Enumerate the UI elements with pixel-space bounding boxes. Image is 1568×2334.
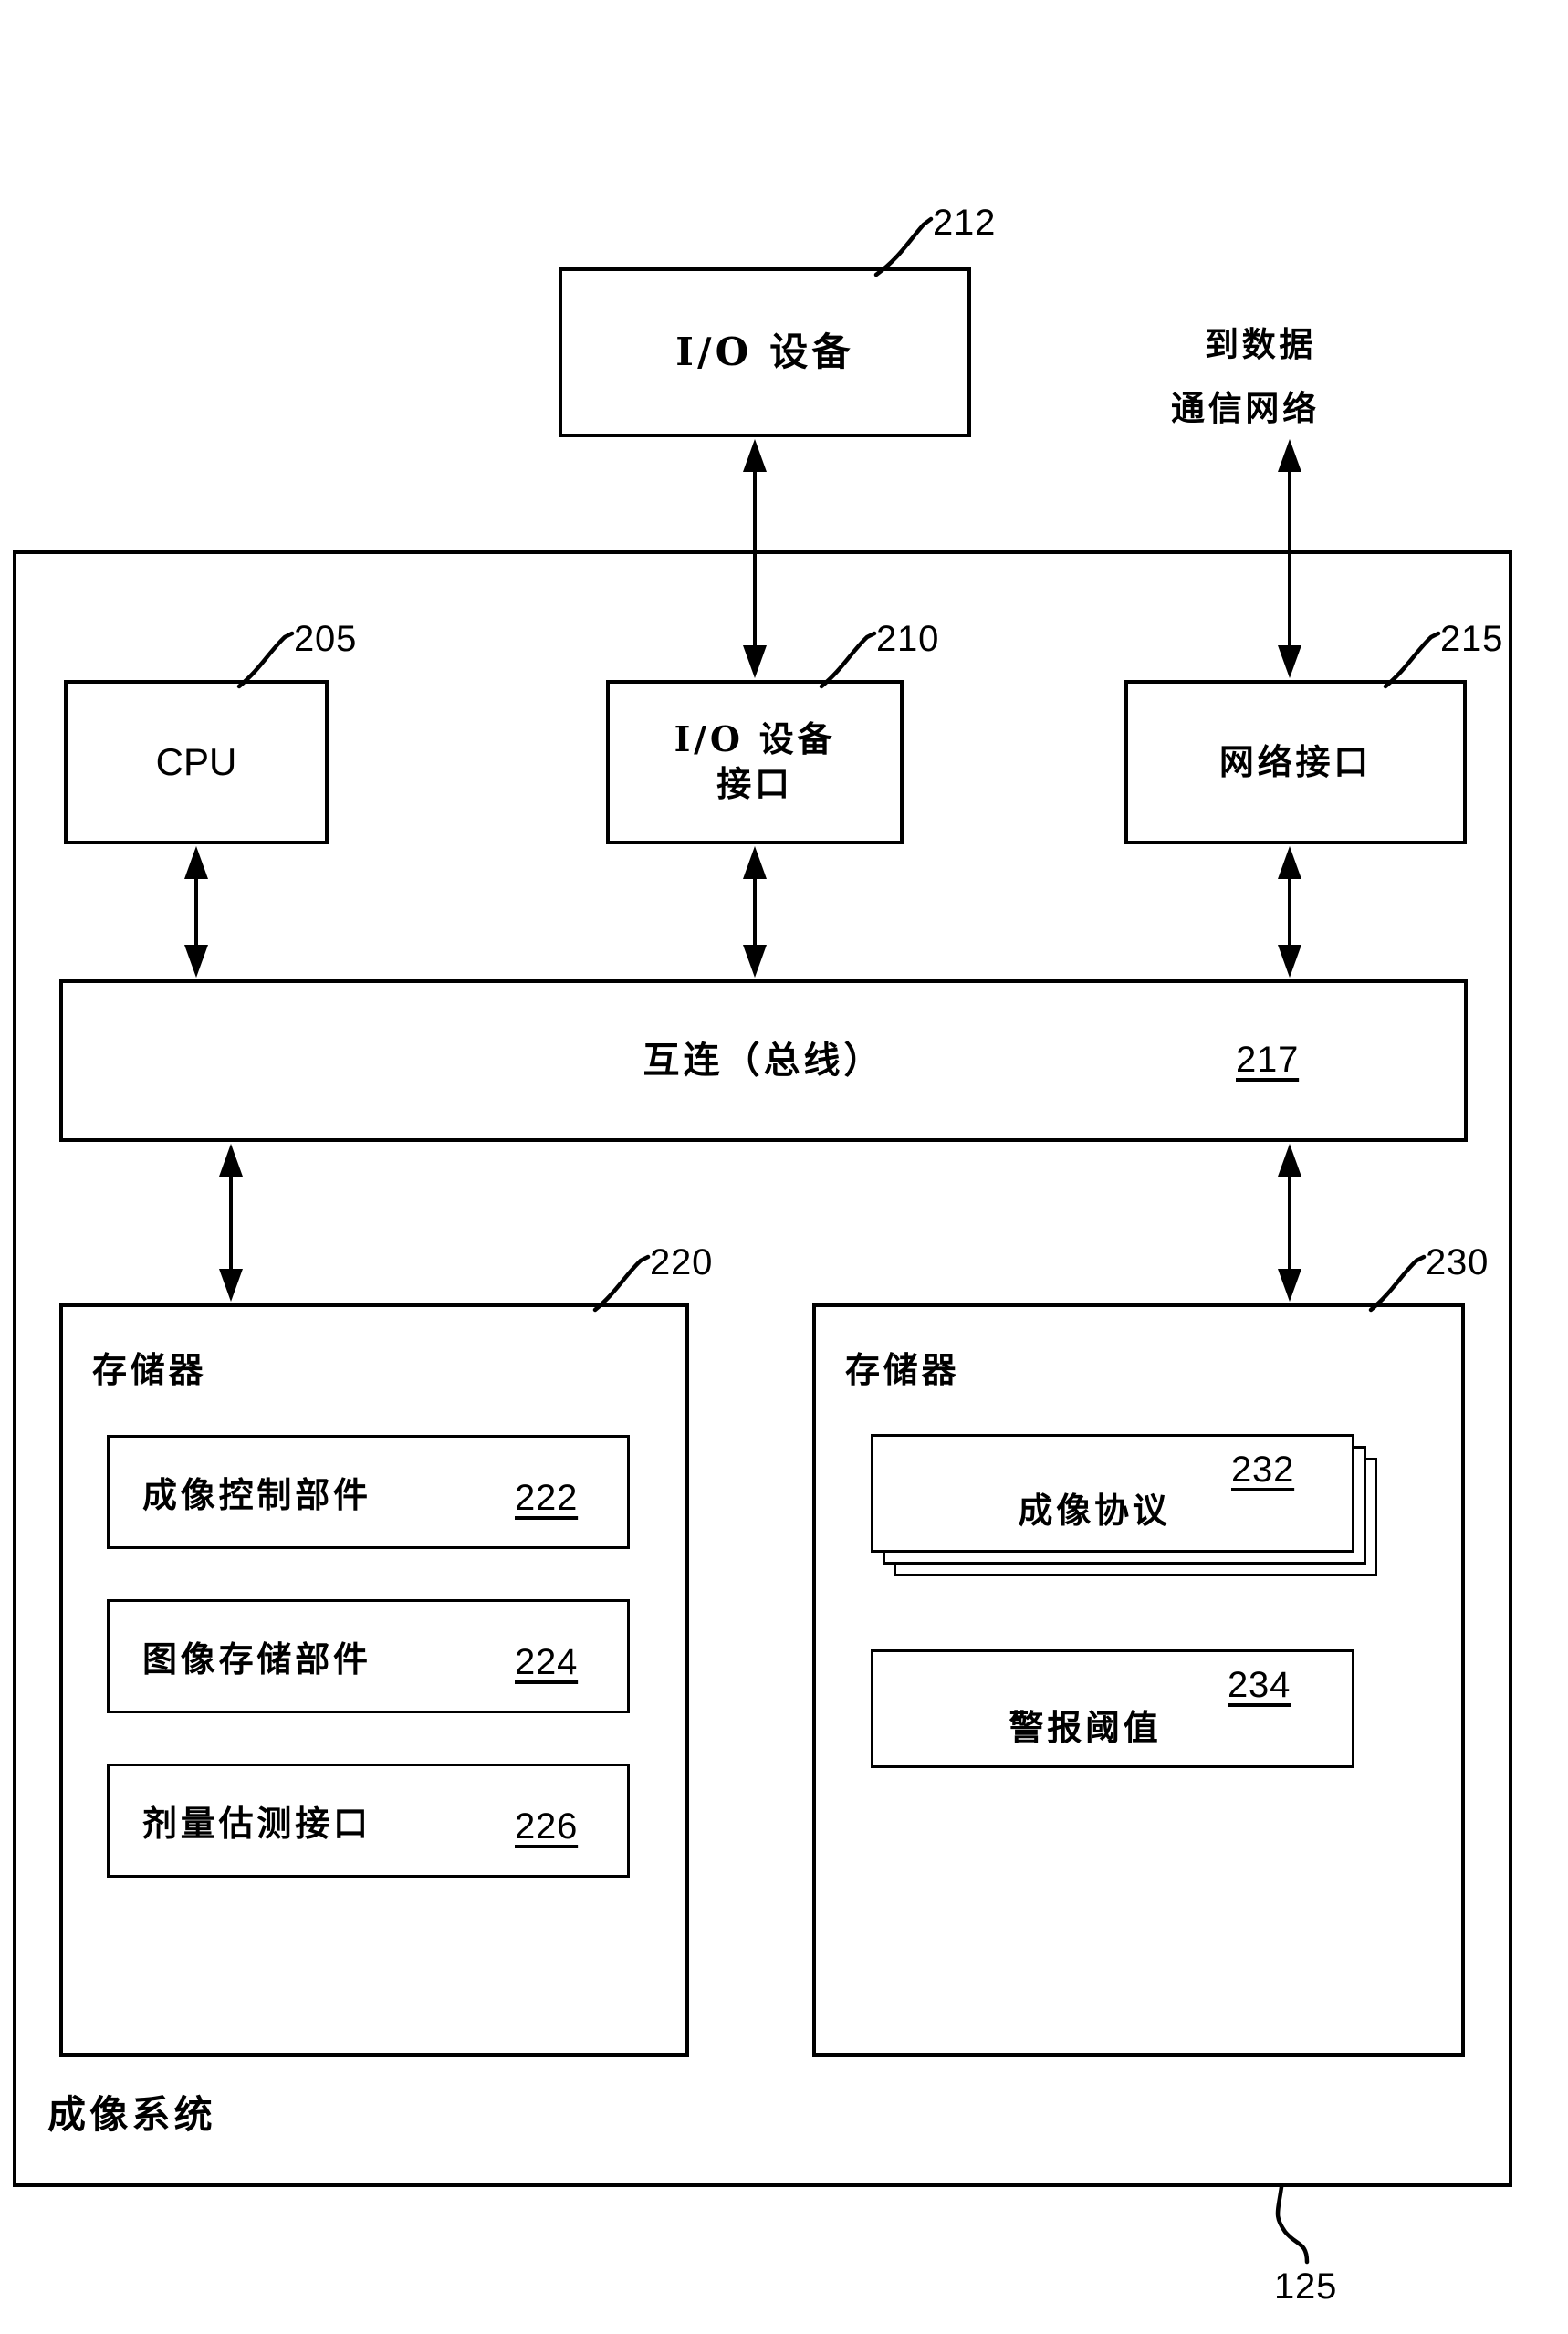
leader-125 xyxy=(1275,2184,1310,2265)
ref-210: 210 xyxy=(876,619,940,659)
memory-label: 存储器 xyxy=(92,1349,207,1390)
imaging-control-component-label: 成像控制部件 xyxy=(142,1474,371,1515)
ref-125: 125 xyxy=(1274,2266,1338,2307)
ref-234: 234 xyxy=(1228,1665,1291,1705)
ref-232: 232 xyxy=(1231,1450,1295,1490)
io-device-interface-label-line1: I/O 设备 xyxy=(674,718,836,760)
ref-230: 230 xyxy=(1426,1242,1490,1282)
image-storage-component-box: 图像存储部件 224 xyxy=(107,1599,630,1713)
memory-box: 存储器 成像控制部件 222 图像存储部件 224 剂量估测接口 226 xyxy=(59,1303,689,2057)
alarm-threshold-box: 警报阈值 234 xyxy=(871,1649,1354,1768)
ref-220: 220 xyxy=(650,1242,714,1282)
ref-217: 217 xyxy=(1236,1040,1300,1080)
ref-205: 205 xyxy=(294,619,358,659)
figure-canvas: 成像系统 I/O 设备 212 到数据 通信网络 CPU 205 I/O 设备 … xyxy=(0,0,1568,2334)
data-network-note-line1: 到数据 xyxy=(1205,324,1317,364)
interconnect-bus-box: 互连（总线） 217 xyxy=(59,979,1468,1142)
io-device-external-text-wrap: I/O 设备 xyxy=(562,271,967,434)
dose-estimation-interface-label: 剂量估测接口 xyxy=(142,1803,371,1844)
image-storage-component-label: 图像存储部件 xyxy=(142,1638,371,1680)
ref-222: 222 xyxy=(515,1478,579,1518)
io-device-external-label: I/O 设备 xyxy=(675,330,854,375)
data-network-note-line2: 通信网络 xyxy=(1171,388,1320,428)
io-device-interface-box: I/O 设备 接口 xyxy=(606,680,904,844)
io-device-interface-text-wrap: I/O 设备 接口 xyxy=(610,684,900,841)
ref-226: 226 xyxy=(515,1806,579,1847)
dose-estimation-interface-box: 剂量估测接口 226 xyxy=(107,1764,630,1878)
ref-215: 215 xyxy=(1440,619,1504,659)
cpu-label: CPU xyxy=(155,740,237,784)
alarm-threshold-label: 警报阈值 xyxy=(1009,1707,1162,1749)
storage-box: 存储器 成像协议 232 警报阈值 234 xyxy=(812,1303,1465,2057)
interconnect-label: 互连（总线） xyxy=(643,1039,884,1083)
leader-212 xyxy=(873,216,934,277)
network-interface-label: 网络接口 xyxy=(1218,740,1373,782)
imaging-protocol-box: 成像协议 232 xyxy=(871,1434,1354,1553)
network-interface-text-wrap: 网络接口 xyxy=(1128,684,1463,841)
imaging-protocol-label: 成像协议 xyxy=(1018,1490,1171,1532)
io-device-interface-label-line2: 接口 xyxy=(716,763,793,804)
io-device-external-box: I/O 设备 xyxy=(559,267,971,437)
ref-224: 224 xyxy=(515,1642,579,1682)
imaging-system-label: 成像系统 xyxy=(47,2092,216,2137)
cpu-text-wrap: CPU xyxy=(68,684,325,841)
network-interface-box: 网络接口 xyxy=(1124,680,1467,844)
ref-212: 212 xyxy=(933,203,997,243)
cpu-box: CPU xyxy=(64,680,329,844)
imaging-control-component-box: 成像控制部件 222 xyxy=(107,1435,630,1549)
storage-label: 存储器 xyxy=(845,1349,960,1390)
